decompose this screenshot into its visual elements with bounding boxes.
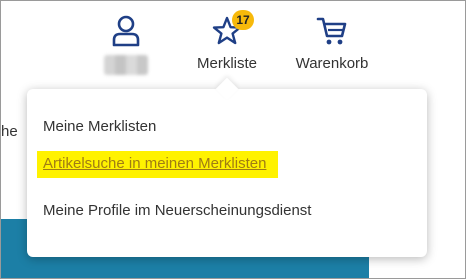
menu-item-artikelsuche[interactable]: Artikelsuche in meinen Merklisten <box>37 151 279 178</box>
user-icon <box>112 15 140 47</box>
merkliste-dropdown: Meine Merklisten Artikelsuche in meinen … <box>27 77 427 257</box>
warenkorb-label: Warenkorb <box>295 55 369 72</box>
merkliste-label: Merkliste <box>196 55 257 72</box>
merkliste-button[interactable]: 17 Merkliste <box>188 10 266 72</box>
nav-item-fragment[interactable]: he <box>1 123 18 140</box>
account-button[interactable] <box>98 15 154 75</box>
shopping-cart-icon <box>316 17 347 45</box>
dropdown-caret <box>215 77 239 101</box>
menu-item-meine-merklisten[interactable]: Meine Merklisten <box>43 118 156 135</box>
merkliste-count-badge: 17 <box>232 10 254 30</box>
warenkorb-button[interactable]: Warenkorb <box>287 15 377 72</box>
account-name-blurred <box>104 55 148 75</box>
page-frame: he 17 Merkliste Warenkorb Meine Merklist… <box>0 0 466 279</box>
menu-item-neuerscheinungsdienst[interactable]: Meine Profile im Neuerscheinungsdienst <box>43 202 311 219</box>
